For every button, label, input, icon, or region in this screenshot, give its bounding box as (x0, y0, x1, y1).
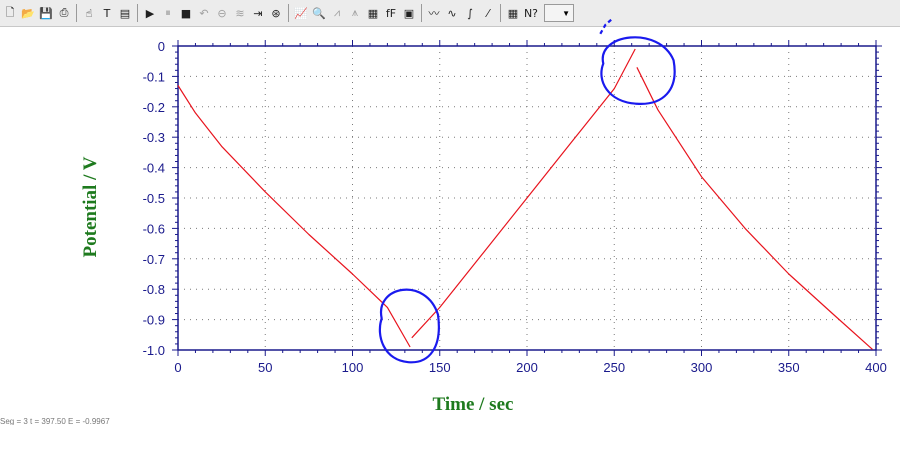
y-tick-label: -0.4 (143, 161, 165, 176)
x-tick-label: 100 (342, 360, 364, 375)
x-axis-title: Time / sec (433, 394, 514, 415)
x-tick-label: 0 (174, 360, 181, 375)
y-tick-label: -1.0 (143, 343, 165, 358)
annotation-circle (378, 288, 440, 364)
y-tick-label: -0.3 (143, 130, 165, 145)
y-tick-label: -0.1 (143, 69, 165, 84)
x-tick-label: 200 (516, 360, 538, 375)
x-tick-label: 50 (258, 360, 272, 375)
x-tick-label: 350 (778, 360, 800, 375)
y-axis-title: Potential / V (80, 156, 101, 257)
chart: 0 50 100 150 200 250 300 350 400 0 -0.1 -0.2 -0.3 -0.… (80, 17, 887, 415)
x-tick-label: 150 (429, 360, 451, 375)
y-tick-label: -0.9 (143, 313, 165, 328)
y-tick-label: -0.5 (143, 191, 165, 206)
data-line (636, 67, 873, 350)
y-tick-label: -0.8 (143, 282, 165, 297)
data-line (411, 48, 636, 339)
data-line (177, 85, 411, 348)
status-line: Seg = 3 t = 397.50 E = -0.9967 (0, 417, 110, 425)
x-tick-label: 400 (865, 360, 887, 375)
y-tick-label: -0.6 (143, 221, 165, 236)
y-tick-label: -0.7 (143, 252, 165, 267)
y-tick-label: 0 (158, 39, 165, 54)
x-tick-label: 300 (691, 360, 713, 375)
annotation-dash (599, 17, 614, 35)
y-tick-label: -0.2 (143, 100, 165, 115)
x-tick-label: 250 (603, 360, 625, 375)
